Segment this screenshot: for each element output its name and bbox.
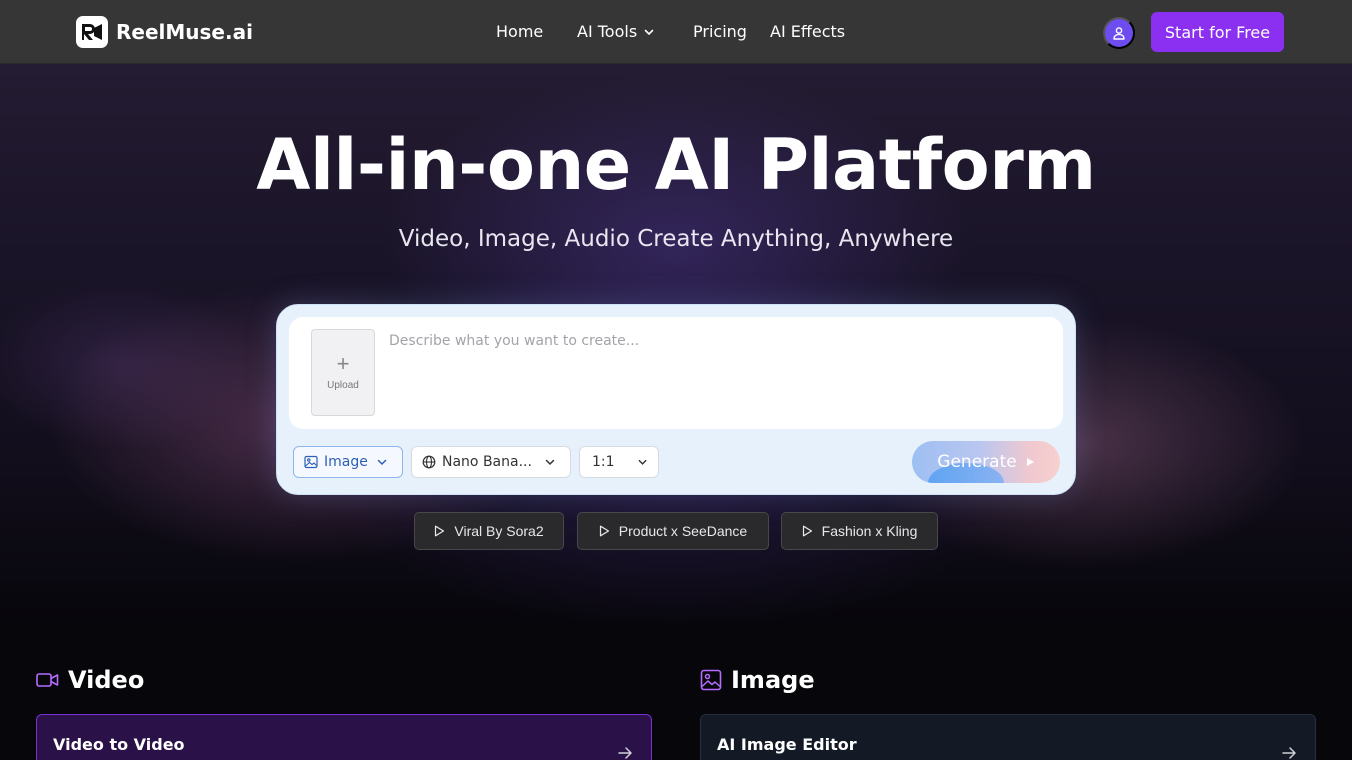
upload-label: Upload xyxy=(327,380,359,391)
hero-title: All-in-one AI Platform xyxy=(256,124,1096,206)
user-avatar-button[interactable] xyxy=(1103,17,1135,49)
preset-fashion-x-kling[interactable]: Fashion x Kling xyxy=(781,512,938,550)
play-outline-icon xyxy=(599,525,609,537)
video-section-heading: Video xyxy=(36,666,144,694)
chevron-down-icon xyxy=(644,29,654,35)
nav-pricing[interactable]: Pricing xyxy=(693,22,747,41)
card-title: AI Image Editor xyxy=(717,735,857,754)
prompt-area: + Upload xyxy=(289,317,1063,429)
mode-select-value: Image xyxy=(324,454,368,470)
hero-subtitle: Video, Image, Audio Create Anything, Any… xyxy=(398,226,954,252)
nav-ai-tools-label: AI Tools xyxy=(577,22,638,41)
generate-button[interactable]: Generate xyxy=(912,441,1060,483)
reelmuse-logo-icon xyxy=(76,16,108,48)
image-icon xyxy=(700,669,722,691)
plus-icon: + xyxy=(336,351,350,376)
generate-label: Generate xyxy=(937,452,1017,472)
preset-label: Product x SeeDance xyxy=(618,523,748,539)
play-outline-icon xyxy=(435,525,445,537)
play-icon xyxy=(1026,458,1034,466)
aspect-ratio-select[interactable]: 1:1 xyxy=(579,446,659,478)
video-to-video-card[interactable]: Video to Video xyxy=(36,714,652,760)
arrow-right-icon xyxy=(1282,747,1296,759)
image-section-title: Image xyxy=(731,666,815,694)
video-camera-icon xyxy=(36,673,59,687)
user-icon xyxy=(1113,27,1125,40)
ai-image-editor-card[interactable]: AI Image Editor xyxy=(700,714,1316,760)
site-header: ReelMuse.ai Home AI Tools Pricing AI Eff… xyxy=(0,0,1352,64)
brand-name: ReelMuse.ai xyxy=(116,20,253,44)
prompt-input[interactable] xyxy=(389,333,1039,413)
play-outline-icon xyxy=(802,525,812,537)
upload-button[interactable]: + Upload xyxy=(311,329,375,416)
video-section-title: Video xyxy=(68,666,145,694)
model-select-value: Nano Bana... xyxy=(442,454,532,470)
preset-label: Viral By Sora2 xyxy=(454,523,544,539)
globe-icon xyxy=(422,455,436,469)
image-icon xyxy=(304,455,318,469)
preset-product-x-seedance[interactable]: Product x SeeDance xyxy=(577,512,769,550)
preset-label: Fashion x Kling xyxy=(821,523,918,539)
model-select[interactable]: Nano Bana... xyxy=(411,446,571,478)
image-section-heading: Image xyxy=(700,666,815,694)
card-title: Video to Video xyxy=(53,735,185,754)
mode-select[interactable]: Image xyxy=(293,446,403,478)
prompt-composer: + Upload Image Nano Bana... 1:1 Generate xyxy=(276,304,1076,495)
arrow-right-icon xyxy=(618,747,632,759)
aspect-ratio-value: 1:1 xyxy=(592,454,615,470)
nav-ai-tools[interactable]: AI Tools xyxy=(577,22,655,41)
start-for-free-button[interactable]: Start for Free xyxy=(1151,12,1284,52)
preset-viral-by-sora2[interactable]: Viral By Sora2 xyxy=(414,512,564,550)
chevron-down-icon xyxy=(545,459,555,466)
brand-link[interactable]: ReelMuse.ai xyxy=(76,16,253,48)
chevron-down-icon xyxy=(638,459,647,465)
nav-ai-effects[interactable]: AI Effects xyxy=(770,22,845,41)
nav-home[interactable]: Home xyxy=(496,22,543,41)
chevron-down-icon xyxy=(377,459,387,466)
